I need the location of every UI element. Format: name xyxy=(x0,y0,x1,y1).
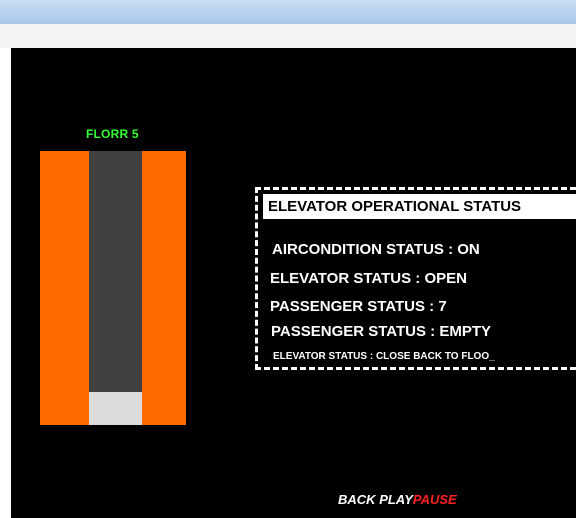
status-panel: ELEVATOR OPERATIONAL STATUS AIRCONDITION… xyxy=(255,187,576,370)
status-panel-title: ELEVATOR OPERATIONAL STATUS xyxy=(263,194,576,219)
passenger-count-status: PASSENGER STATUS : 7 xyxy=(270,298,447,315)
elevator-shaft xyxy=(89,151,142,392)
passenger-status: PASSENGER STATUS : EMPTY xyxy=(271,323,492,340)
elevator-car xyxy=(89,392,142,425)
window-titlebar xyxy=(0,0,576,24)
floor-label: FLORR 5 xyxy=(86,127,139,141)
elevator-close-status: ELEVATOR STATUS : CLOSE BACK TO FLOO_ xyxy=(273,351,495,362)
back-button[interactable]: BACK xyxy=(338,492,376,507)
pause-button[interactable]: PAUSE xyxy=(413,492,457,507)
elevator-door-left xyxy=(40,151,89,425)
play-button[interactable]: PLAY xyxy=(379,492,413,507)
elevator-status: ELEVATOR STATUS : OPEN xyxy=(270,270,467,287)
left-margin xyxy=(0,48,11,518)
browser-toolbar xyxy=(0,24,576,48)
aircondition-status: AIRCONDITION STATUS : ON xyxy=(272,241,480,258)
elevator-door-right xyxy=(142,151,186,425)
playback-controls: BACK PLAYPAUSE xyxy=(338,492,457,507)
